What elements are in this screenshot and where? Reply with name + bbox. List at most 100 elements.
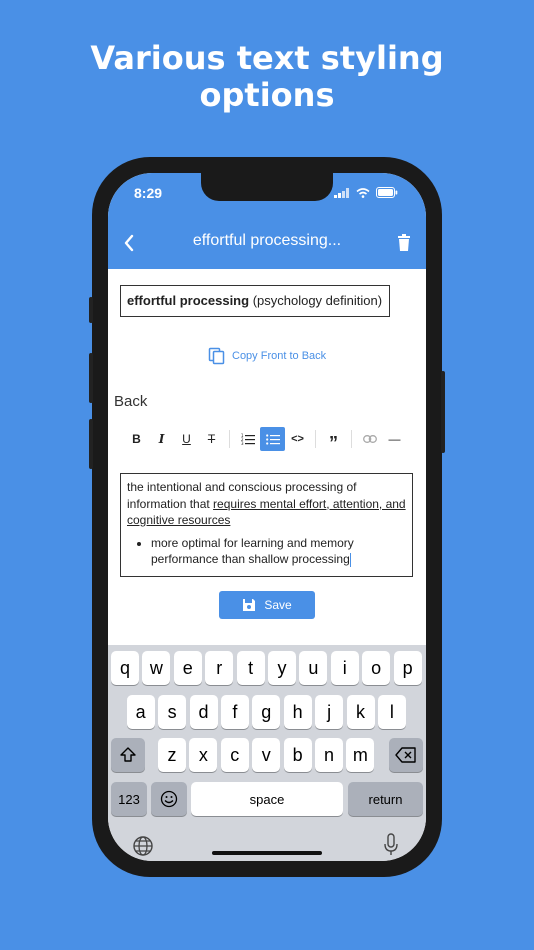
key-d[interactable]: d [189, 695, 218, 729]
copy-front-to-back-button[interactable]: Copy Front to Back [208, 347, 326, 365]
underline-icon: U [182, 432, 191, 446]
bold-icon: B [132, 432, 141, 446]
key-u[interactable]: u [299, 651, 328, 685]
formatting-toolbar: B I U T 1 2 3 <> ” — [124, 426, 407, 452]
key-v[interactable]: v [252, 738, 281, 772]
key-w[interactable]: w [142, 651, 171, 685]
copy-icon [208, 347, 225, 365]
ordered-list-icon: 1 2 3 [241, 433, 255, 445]
bullet-list-icon [265, 434, 280, 445]
shift-icon [120, 747, 136, 762]
key-y[interactable]: y [268, 651, 296, 685]
back-editor[interactable]: the intentional and conscious processing… [120, 473, 413, 577]
camera-notch [201, 173, 333, 201]
delete-button[interactable] [392, 231, 416, 255]
key-c[interactable]: c [220, 738, 249, 772]
key-e[interactable]: e [173, 651, 202, 685]
microphone-icon [384, 833, 398, 855]
key-a[interactable]: a [126, 695, 155, 729]
shift-key[interactable] [111, 738, 145, 772]
headline-line-1: Various text styling [90, 39, 444, 77]
bold-button[interactable]: B [124, 427, 149, 451]
power-button [441, 371, 445, 453]
key-h[interactable]: h [283, 695, 312, 729]
nav-bar: effortful processing... [108, 217, 426, 269]
code-icon: <> [291, 433, 304, 445]
chevron-left-icon [124, 234, 134, 252]
key-k[interactable]: k [346, 695, 375, 729]
nav-title: effortful processing... [192, 232, 342, 249]
save-label: Save [264, 598, 292, 612]
space-key[interactable]: space [191, 782, 343, 816]
front-field[interactable]: effortful processing (psychology definit… [120, 285, 390, 317]
toolbar-divider [229, 430, 230, 448]
underline-button[interactable]: U [174, 427, 199, 451]
key-l[interactable]: l [377, 695, 406, 729]
save-button[interactable]: Save [219, 591, 315, 619]
key-b[interactable]: b [283, 738, 312, 772]
quote-button[interactable]: ” [321, 427, 346, 453]
key-f[interactable]: f [220, 695, 249, 729]
dictation-button[interactable] [378, 831, 404, 859]
back-button[interactable] [118, 231, 142, 255]
keyboard: qwertyuiop asdfghjkl zxcvbnm 123 space r… [108, 645, 426, 861]
front-definition-note: (psychology definition) [249, 293, 383, 308]
bullet-list-button[interactable] [260, 427, 285, 451]
strikethrough-icon: T [207, 432, 216, 446]
key-z[interactable]: z [158, 738, 186, 772]
backspace-icon [395, 747, 416, 763]
key-s[interactable]: s [158, 695, 187, 729]
italic-button[interactable]: I [149, 427, 174, 451]
battery-icon [376, 187, 398, 198]
globe-button[interactable] [130, 833, 156, 859]
svg-text:3: 3 [241, 441, 244, 445]
link-button[interactable] [357, 427, 382, 451]
horizontal-rule-button[interactable]: — [382, 427, 407, 451]
return-key[interactable]: return [348, 782, 423, 816]
toolbar-divider [315, 430, 316, 448]
key-j[interactable]: j [315, 695, 344, 729]
text-cursor [349, 552, 351, 567]
key-p[interactable]: p [393, 651, 422, 685]
wifi-icon [356, 187, 370, 198]
emoji-key[interactable] [151, 782, 187, 816]
key-t[interactable]: t [236, 651, 265, 685]
signal-icon [334, 187, 349, 198]
copy-front-to-back-label: Copy Front to Back [232, 350, 327, 362]
delete-key[interactable] [389, 738, 423, 772]
horizontal-rule-icon: — [388, 432, 401, 446]
promo-headline: Various text styling options [0, 40, 534, 114]
home-indicator [212, 851, 322, 855]
emoji-icon [160, 790, 178, 808]
phone-screen: 8:29 effortful processing... effortful p… [108, 173, 426, 861]
link-icon [362, 435, 377, 443]
trash-icon [398, 234, 410, 251]
back-section-label: Back [114, 393, 148, 410]
ordered-list-button[interactable]: 1 2 3 [235, 427, 260, 451]
key-q[interactable]: q [111, 651, 139, 685]
quote-icon: ” [329, 433, 338, 453]
editor-bullet-list: more optimal for learning and memory per… [127, 535, 406, 568]
phone-frame: 8:29 effortful processing... effortful p… [89, 157, 445, 877]
editor-bullet-item: more optimal for learning and memory per… [151, 535, 406, 568]
key-m[interactable]: m [346, 738, 375, 772]
key-o[interactable]: o [362, 651, 391, 685]
key-n[interactable]: n [315, 738, 343, 772]
globe-icon [133, 836, 153, 856]
key-i[interactable]: i [330, 651, 359, 685]
volume-down-button [89, 419, 93, 469]
mute-switch [89, 297, 93, 323]
editor-bullet-text: more optimal for learning and memory per… [151, 535, 354, 567]
editor-paragraph: the intentional and conscious processing… [127, 479, 406, 529]
status-icons [334, 187, 398, 198]
status-time: 8:29 [134, 185, 163, 201]
numbers-key[interactable]: 123 [111, 782, 147, 816]
strikethrough-button[interactable]: T [199, 427, 224, 451]
code-button[interactable]: <> [285, 427, 310, 451]
volume-up-button [89, 353, 93, 403]
key-x[interactable]: x [189, 738, 218, 772]
key-g[interactable]: g [252, 695, 281, 729]
front-term: effortful processing [127, 293, 250, 308]
key-r[interactable]: r [205, 651, 234, 685]
toolbar-divider [351, 430, 352, 448]
